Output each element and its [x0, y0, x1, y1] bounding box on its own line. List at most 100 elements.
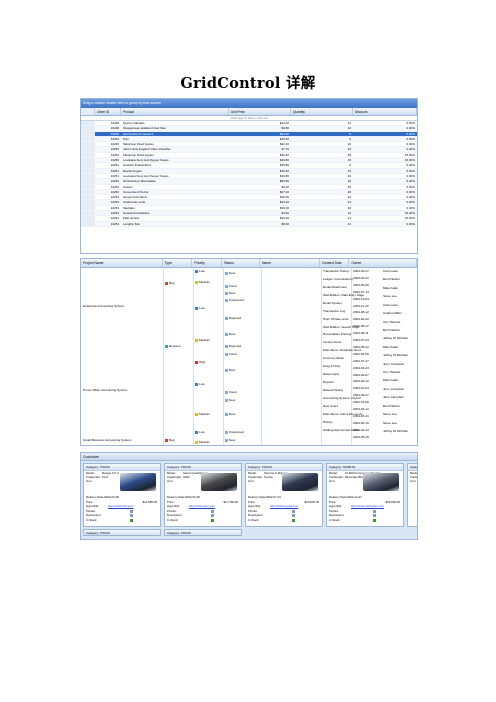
table-cell[interactable]: $42.40 [229, 142, 291, 146]
table-cell[interactable]: 10248 [95, 121, 121, 125]
name-cell[interactable]: Data Archiving [323, 388, 343, 392]
table-cell[interactable]: Chartreuse verte [121, 200, 229, 204]
table-cell[interactable]: 35 [291, 153, 353, 157]
table-cell[interactable]: 10254 [95, 216, 121, 220]
priority-cell[interactable]: Low [195, 269, 205, 273]
owner-cell[interactable]: Jeffrey W McClain [383, 353, 408, 357]
table-cell[interactable]: Gorgonzola Telino [121, 195, 229, 199]
table-cell[interactable]: Ravioli Angelo [121, 169, 229, 173]
row-indicator[interactable] [81, 136, 95, 142]
table-cell[interactable]: 15.00% [353, 216, 417, 220]
row-indicator[interactable] [81, 184, 95, 189]
date-cell[interactable]: 2004-07-27 [353, 359, 369, 363]
table-cell[interactable]: Geitost [121, 185, 229, 189]
table-cell[interactable]: 15.00% [353, 211, 417, 215]
table-cell[interactable]: 21 [291, 216, 353, 220]
row-indicator[interactable] [81, 142, 95, 147]
table-cell[interactable]: 5.00% [353, 169, 417, 173]
orders-grid[interactable]: Drag a column header here to group by th… [80, 98, 418, 254]
status-cell[interactable]: Rejected [225, 316, 241, 320]
projects-grid[interactable]: Project Name Type Priority Status Name C… [80, 258, 418, 446]
table-cell[interactable]: 10248 [95, 126, 121, 130]
table-cell[interactable]: 42 [291, 200, 353, 204]
table-cell[interactable]: $7.70 [229, 147, 291, 151]
owner-cell[interactable]: Tom Hamlett [383, 320, 400, 324]
owner-cell[interactable]: Andrew Miller [383, 311, 402, 315]
owner-cell[interactable]: Jeffrey W McClain [383, 336, 408, 340]
table-cell[interactable]: 10250 [95, 158, 121, 162]
field-icon[interactable] [292, 509, 295, 513]
table-cell[interactable]: 0.00% [353, 126, 417, 130]
table-cell[interactable]: 40 [291, 190, 353, 194]
owner-cell[interactable]: Carl Lucas [383, 303, 398, 307]
card[interactable]: Category: TRUCK Model: Sierra Quadrasteer T… [164, 463, 242, 527]
table-cell[interactable]: $14.40 [229, 200, 291, 204]
field-icon[interactable] [292, 514, 295, 518]
owner-cell[interactable]: Bert Parkins [383, 404, 400, 408]
card[interactable]: Category: SPORTSModel:CL600 Kompressor S… [326, 463, 404, 527]
name-cell[interactable]: Email System [323, 301, 342, 305]
date-cell[interactable]: 2004-03-12 [353, 379, 369, 383]
table-cell[interactable]: 0.00% [353, 222, 417, 226]
row-indicator[interactable] [81, 211, 95, 216]
owner-cell[interactable]: Jerry Campbell [383, 362, 404, 366]
table-cell[interactable]: 10251 [95, 163, 121, 167]
row-indicator[interactable] [81, 168, 95, 173]
type-cell[interactable]: Bug [165, 281, 175, 285]
owner-cell[interactable]: Bert Parkins [383, 328, 400, 332]
name-cell[interactable]: Ledger: Inconsistency [323, 277, 353, 281]
row-indicator[interactable] [81, 158, 95, 163]
date-cell[interactable]: 2004-05-29 [353, 435, 369, 439]
table-cell[interactable]: 40 [291, 206, 353, 210]
table-cell[interactable]: 0.00% [353, 200, 417, 204]
table-cell[interactable]: 10253 [95, 200, 121, 204]
checkbox-icon[interactable] [211, 519, 214, 522]
col-quantity[interactable]: Quantity [291, 108, 353, 115]
table-cell[interactable]: $16.80 [229, 163, 291, 167]
table-cell[interactable]: 9 [291, 137, 353, 141]
table-cell[interactable]: 10252 [95, 179, 121, 183]
table-cell[interactable]: 40 [291, 142, 353, 146]
hyperlink[interactable]: http://www.ford.com [108, 505, 133, 509]
row-indicator[interactable] [81, 163, 95, 168]
table-cell[interactable]: $8.00 [229, 222, 291, 226]
table-cell[interactable]: 10251 [95, 169, 121, 173]
table-cell[interactable]: $19.20 [229, 216, 291, 220]
date-cell[interactable]: 2004-05-22 [353, 345, 369, 349]
table-cell[interactable]: 10252 [95, 185, 121, 189]
priority-cell[interactable]: Medium [195, 338, 210, 342]
status-cell[interactable]: Rejected [225, 344, 241, 348]
card-title[interactable]: Category: [408, 464, 417, 471]
date-cell[interactable]: 2004-04-01 [353, 276, 369, 280]
table-cell[interactable]: Sir Rodney's Marmalade [121, 179, 229, 183]
field-value[interactable]: $17,790.00 [224, 500, 238, 505]
priority-cell[interactable]: Low [195, 430, 205, 434]
field-value[interactable]: $20,800.00 [305, 500, 319, 505]
status-cell[interactable]: Fixed [225, 352, 237, 356]
col-type[interactable]: Type [163, 259, 193, 267]
table-cell[interactable]: 0.00% [353, 206, 417, 210]
col-status[interactable]: Status [222, 259, 260, 267]
row-indicator[interactable] [81, 200, 95, 205]
status-cell[interactable]: New [225, 271, 235, 275]
date-cell[interactable]: 2004-08-12 [353, 310, 369, 314]
table-cell[interactable]: 0.00% [353, 132, 417, 136]
name-cell[interactable]: Email Attachment [323, 285, 347, 289]
date-cell[interactable]: 2004-02-22 [353, 317, 369, 321]
field-value[interactable]: Toyota [264, 475, 273, 480]
row-indicator[interactable] [81, 121, 95, 126]
status-cell[interactable]: Fixed [225, 284, 237, 288]
field-icon[interactable] [373, 509, 376, 513]
name-cell[interactable]: Drag & Drop [323, 364, 340, 368]
table-cell[interactable]: $16.80 [229, 174, 291, 178]
row-indicator[interactable] [81, 147, 95, 152]
row-indicator[interactable] [81, 221, 95, 226]
card-group-header[interactable]: Category: TRUCK [164, 529, 242, 536]
card-title[interactable]: Category: TRUCK [84, 464, 160, 471]
date-cell[interactable]: 2004-05-27 [353, 324, 369, 328]
field-icon[interactable] [130, 509, 133, 513]
name-cell[interactable]: Data Import [323, 372, 339, 376]
status-cell[interactable]: New [225, 332, 235, 336]
owner-cell[interactable]: Steve Lee [383, 294, 397, 298]
table-cell[interactable]: $9.80 [229, 126, 291, 130]
